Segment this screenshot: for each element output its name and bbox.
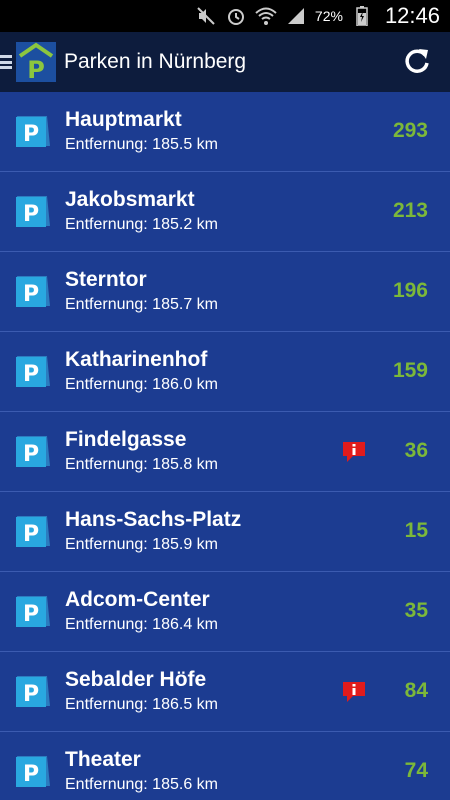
alarm-icon bbox=[225, 5, 247, 27]
free-spaces-count: 74 bbox=[404, 759, 428, 782]
mute-icon bbox=[195, 5, 217, 27]
car-park-name: Theater bbox=[65, 748, 141, 771]
svg-text:P: P bbox=[23, 122, 39, 147]
parking-icon: P bbox=[14, 192, 52, 230]
list-item[interactable]: P Sterntor Entfernung: 185.7 km 196 bbox=[0, 252, 450, 332]
parking-icon: P bbox=[14, 432, 52, 470]
free-spaces-count: 84 bbox=[404, 679, 428, 702]
car-park-distance: Entfernung: 185.8 km bbox=[65, 456, 218, 473]
parking-icon: P bbox=[14, 352, 52, 390]
parking-icon: P bbox=[14, 512, 52, 550]
car-park-distance: Entfernung: 186.4 km bbox=[65, 616, 218, 633]
list-item[interactable]: P Theater Entfernung: 185.6 km 74 bbox=[0, 732, 450, 800]
car-park-distance: Entfernung: 185.5 km bbox=[65, 136, 218, 153]
svg-text:P: P bbox=[23, 762, 39, 787]
car-park-name: Sebalder Höfe bbox=[65, 668, 207, 691]
wifi-icon bbox=[255, 5, 277, 27]
battery-percent: 72% bbox=[314, 8, 343, 24]
svg-text:P: P bbox=[23, 442, 39, 467]
car-park-name: Findelgasse bbox=[65, 428, 187, 451]
parking-icon: P bbox=[14, 592, 52, 630]
car-park-name: Jakobsmarkt bbox=[65, 188, 195, 211]
car-park-name: Katharinenhof bbox=[65, 348, 208, 371]
car-park-distance: Entfernung: 186.5 km bbox=[65, 696, 218, 713]
list-item[interactable]: P Jakobsmarkt Entfernung: 185.2 km 213 bbox=[0, 172, 450, 252]
svg-text:P: P bbox=[27, 56, 45, 82]
menu-icon[interactable] bbox=[0, 52, 14, 72]
free-spaces-count: 15 bbox=[404, 519, 428, 542]
svg-text:P: P bbox=[23, 282, 39, 307]
car-park-name: Adcom-Center bbox=[65, 588, 210, 611]
parking-icon: P bbox=[14, 272, 52, 310]
free-spaces-count: 213 bbox=[392, 199, 428, 222]
list-item[interactable]: P Findelgasse Entfernung: 185.8 km 36 bbox=[0, 412, 450, 492]
free-spaces-count: 196 bbox=[392, 279, 428, 302]
free-spaces-count: 293 bbox=[392, 119, 428, 142]
status-bar: 72% 12:46 bbox=[0, 0, 450, 32]
parking-icon: P bbox=[14, 672, 52, 710]
car-park-distance: Entfernung: 185.9 km bbox=[65, 536, 218, 553]
car-park-distance: Entfernung: 185.7 km bbox=[65, 296, 218, 313]
car-park-name: Hans-Sachs-Platz bbox=[65, 508, 242, 531]
car-park-list: P Hauptmarkt Entfernung: 185.5 km 293 P … bbox=[0, 92, 450, 800]
list-item[interactable]: P Sebalder Höfe Entfernung: 186.5 km 84 bbox=[0, 652, 450, 732]
list-item[interactable]: P Hans-Sachs-Platz Entfernung: 185.9 km … bbox=[0, 492, 450, 572]
svg-text:P: P bbox=[23, 682, 39, 707]
free-spaces-count: 36 bbox=[404, 439, 428, 462]
car-park-distance: Entfernung: 185.2 km bbox=[65, 216, 218, 233]
signal-icon bbox=[285, 5, 307, 27]
parking-logo-icon[interactable]: P bbox=[16, 42, 56, 84]
battery-icon bbox=[351, 5, 373, 27]
car-park-distance: Entfernung: 185.6 km bbox=[65, 776, 218, 793]
parking-icon: P bbox=[14, 112, 52, 150]
svg-text:P: P bbox=[23, 202, 39, 227]
car-park-name: Sterntor bbox=[65, 268, 147, 291]
car-park-name: Hauptmarkt bbox=[65, 108, 182, 131]
svg-text:P: P bbox=[23, 602, 39, 627]
list-item[interactable]: P Hauptmarkt Entfernung: 185.5 km 293 bbox=[0, 92, 450, 172]
car-park-distance: Entfernung: 186.0 km bbox=[65, 376, 218, 393]
action-bar: P Parken in Nürnberg bbox=[0, 32, 450, 92]
parking-icon: P bbox=[14, 752, 52, 790]
free-spaces-count: 35 bbox=[404, 599, 428, 622]
list-item[interactable]: P Adcom-Center Entfernung: 186.4 km 35 bbox=[0, 572, 450, 652]
app-title: Parken in Nürnberg bbox=[64, 50, 247, 73]
list-item[interactable]: P Katharinenhof Entfernung: 186.0 km 159 bbox=[0, 332, 450, 412]
svg-text:P: P bbox=[23, 362, 39, 387]
svg-text:P: P bbox=[23, 522, 39, 547]
refresh-icon[interactable] bbox=[402, 46, 432, 76]
free-spaces-count: 159 bbox=[392, 359, 428, 382]
clock: 12:46 bbox=[384, 3, 440, 28]
